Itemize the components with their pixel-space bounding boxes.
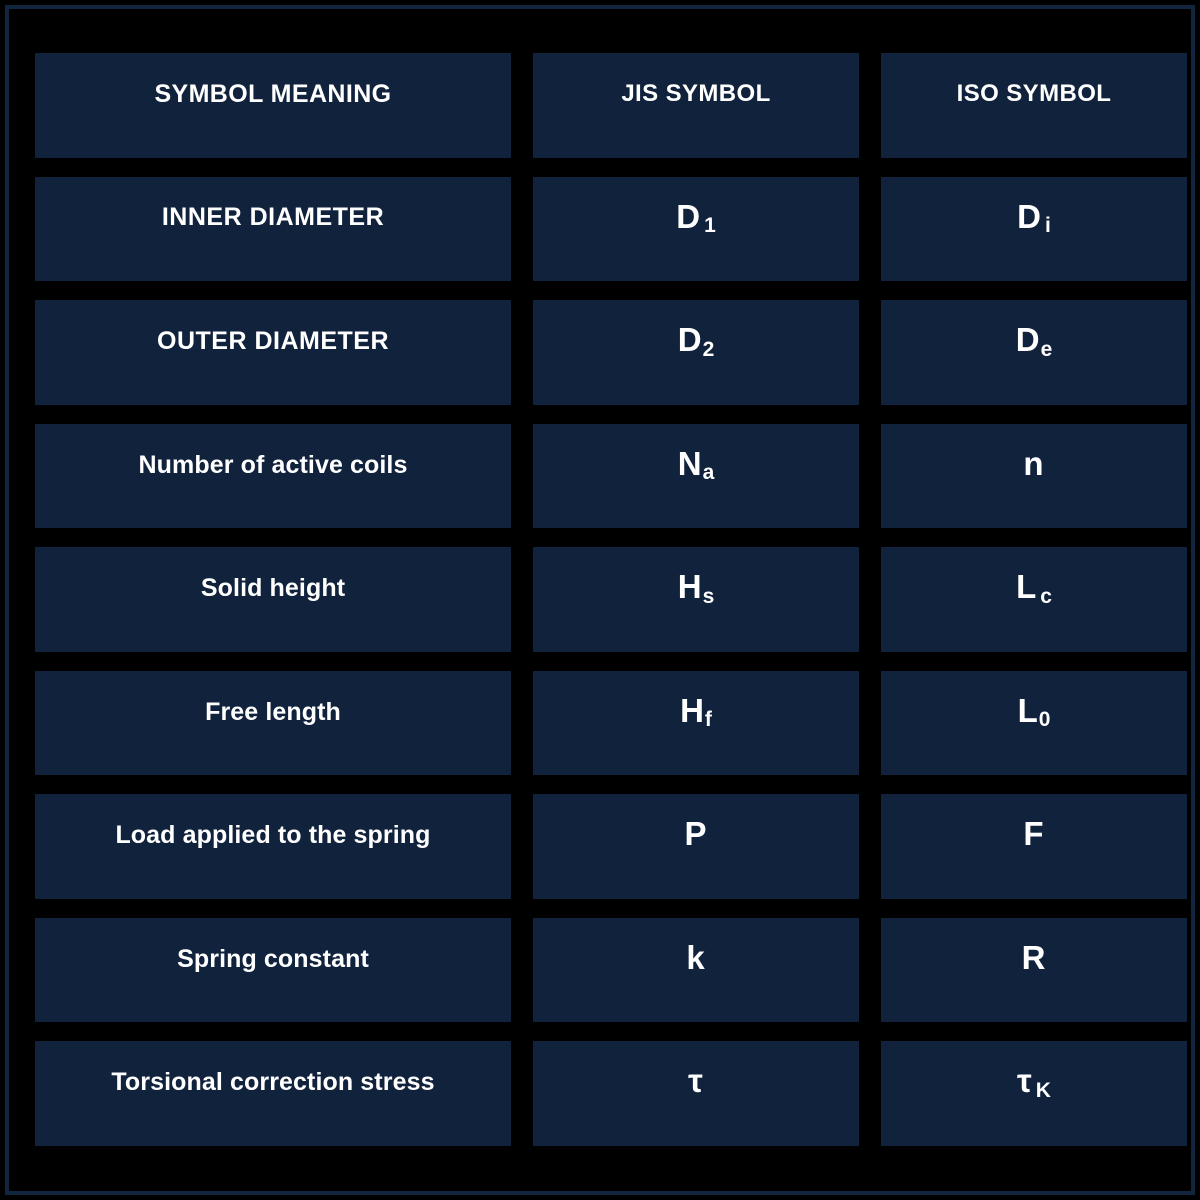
- iso-symbol-value: n: [1023, 444, 1044, 482]
- jis-symbol-value: D2: [677, 321, 715, 361]
- table-row-meaning: Solid height: [35, 547, 511, 652]
- table-row-meaning: OUTER DIAMETER: [35, 300, 511, 405]
- jis-symbol-value: Hs: [677, 568, 715, 608]
- column-header-symbol-meaning: SYMBOL MEANING: [35, 53, 511, 158]
- table-row-meaning: Load applied to the spring: [35, 794, 511, 899]
- meaning-label: Load applied to the spring: [115, 821, 431, 850]
- table-row-jis-symbol: P: [533, 794, 859, 899]
- table-row-jis-symbol: τ: [533, 1041, 859, 1146]
- table-row-iso-symbol: De: [881, 300, 1187, 405]
- iso-symbol-value: De: [1015, 321, 1053, 361]
- table-row-iso-symbol: Lc: [881, 547, 1187, 652]
- table-row-jis-symbol: Na: [533, 423, 859, 529]
- table-row-iso-symbol: n: [881, 423, 1187, 529]
- table-row-iso-symbol: R: [881, 917, 1187, 1023]
- meaning-label: Torsional correction stress: [111, 1068, 435, 1097]
- meaning-label: Spring constant: [177, 944, 369, 973]
- table-row-iso-symbol: Di: [881, 176, 1187, 282]
- meaning-label: Number of active coils: [138, 450, 408, 479]
- table-row-jis-symbol: D1: [533, 176, 859, 282]
- iso-symbol-value: L0: [1017, 691, 1051, 732]
- jis-symbol-value: Na: [677, 444, 715, 485]
- column-header-label: SYMBOL MEANING: [154, 79, 392, 108]
- column-header-label: ISO SYMBOL: [956, 80, 1112, 108]
- table-page: SYMBOL MEANING JIS SYMBOL ISO SYMBOL INN…: [0, 0, 1200, 1200]
- jis-symbol-value: Hf: [680, 691, 712, 732]
- table-row-meaning: Number of active coils: [35, 423, 511, 529]
- table-row-jis-symbol: k: [533, 917, 859, 1023]
- iso-symbol-value: τK: [1017, 1062, 1051, 1103]
- jis-symbol-value: k: [686, 938, 705, 976]
- symbol-comparison-table: SYMBOL MEANING JIS SYMBOL ISO SYMBOL INN…: [35, 53, 1187, 1146]
- column-header-iso-symbol: ISO SYMBOL: [881, 53, 1187, 158]
- jis-symbol-value: τ: [688, 1062, 703, 1100]
- column-header-label: JIS SYMBOL: [621, 80, 771, 108]
- meaning-label: OUTER DIAMETER: [157, 327, 389, 355]
- table-row-meaning: Spring constant: [35, 917, 511, 1023]
- iso-symbol-value: Di: [1017, 197, 1051, 238]
- table-row-jis-symbol: Hf: [533, 670, 859, 776]
- table-row-meaning: Torsional correction stress: [35, 1041, 511, 1146]
- jis-symbol-value: D1: [676, 197, 716, 238]
- table-row-jis-symbol: D2: [533, 300, 859, 405]
- table-row-iso-symbol: τK: [881, 1041, 1187, 1146]
- table-row-meaning: INNER DIAMETER: [35, 176, 511, 282]
- table-row-iso-symbol: F: [881, 794, 1187, 899]
- table-row-iso-symbol: L0: [881, 670, 1187, 776]
- meaning-label: Solid height: [200, 574, 346, 603]
- iso-symbol-value: F: [1023, 815, 1044, 853]
- jis-symbol-value: P: [684, 815, 707, 853]
- table-row-meaning: Free length: [35, 670, 511, 776]
- iso-symbol-value: Lc: [1016, 568, 1052, 608]
- meaning-label: Free length: [205, 697, 341, 726]
- column-header-jis-symbol: JIS SYMBOL: [533, 53, 859, 158]
- table-row-jis-symbol: Hs: [533, 547, 859, 652]
- meaning-label: INNER DIAMETER: [161, 203, 385, 232]
- iso-symbol-value: R: [1021, 938, 1046, 976]
